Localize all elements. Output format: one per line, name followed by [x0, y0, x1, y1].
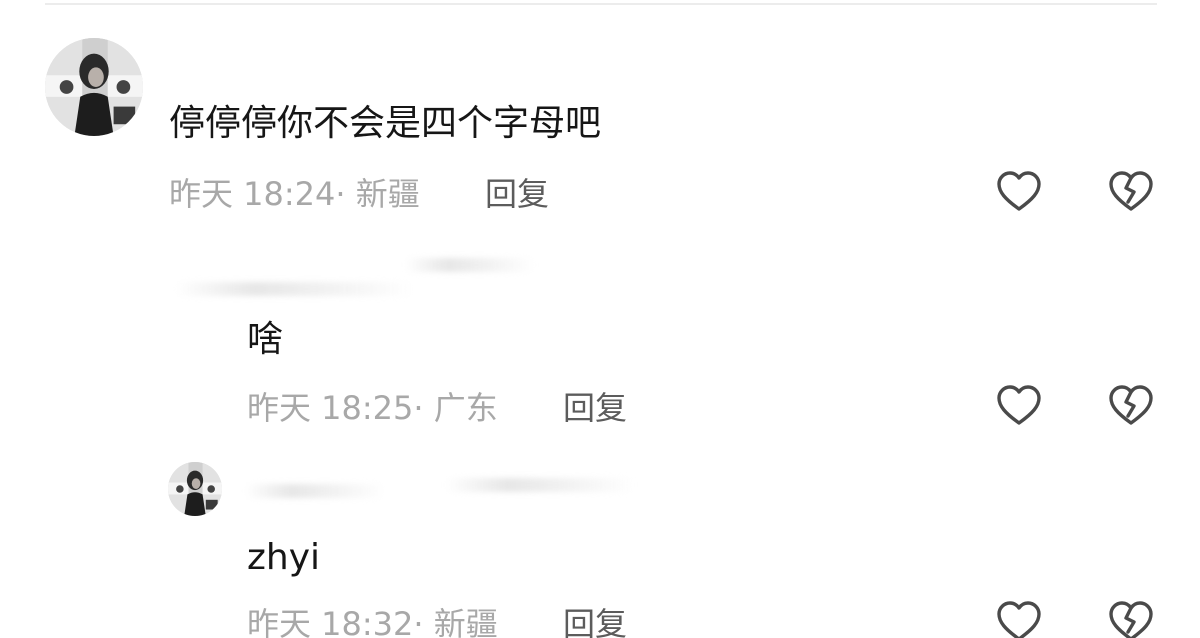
comment-thread: 停停停你不会是四个字母吧 昨天 18:24· 新疆 回复 啥 昨天 18:25·… — [0, 0, 1200, 638]
comment-meta: 昨天 18:32· 新疆 — [247, 604, 498, 638]
dislike-button[interactable] — [1107, 598, 1155, 638]
username[interactable] — [245, 484, 385, 498]
heart-outline-icon — [997, 601, 1041, 638]
avatar-image — [168, 462, 222, 516]
username-extra — [445, 478, 635, 492]
reply-button[interactable]: 回复 — [563, 604, 627, 638]
broken-heart-icon — [1109, 601, 1153, 638]
meta-separator: · — [413, 605, 434, 638]
like-button[interactable] — [995, 598, 1043, 638]
avatar[interactable] — [168, 462, 222, 516]
comment-location: 新疆 — [433, 605, 498, 638]
comment-time: 昨天 18:32 — [247, 605, 414, 638]
comment-item: zhyi 昨天 18:32· 新疆 回复 — [0, 0, 1200, 638]
comment-text: zhyi — [247, 537, 321, 578]
